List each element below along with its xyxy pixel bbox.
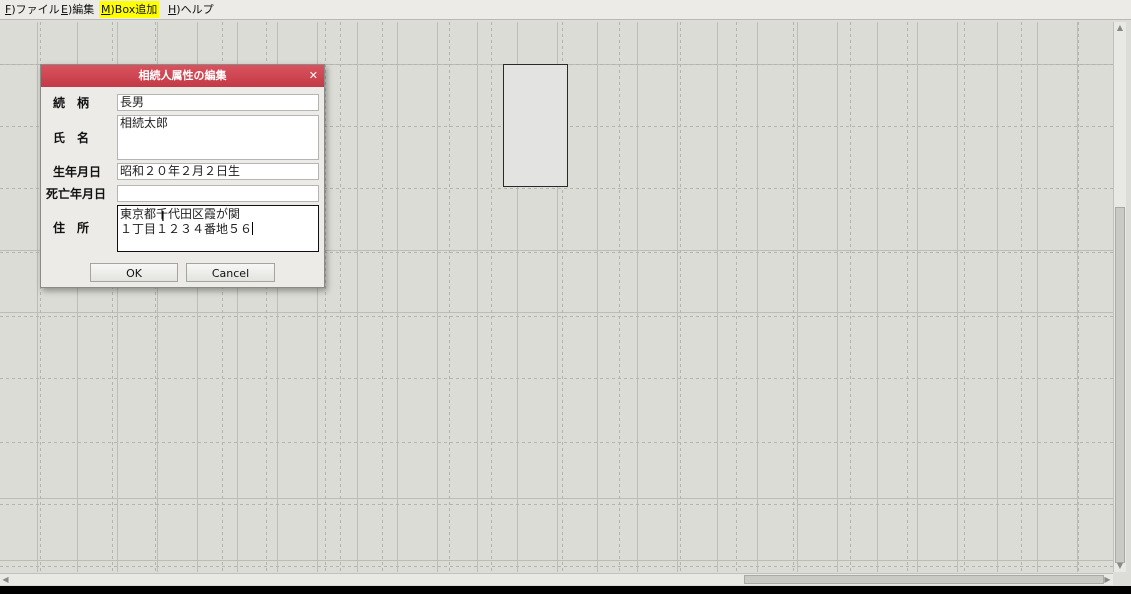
text-cursor-icon: I (161, 210, 165, 225)
address-text: 東京都千代田区霞が関 １丁目１２３４番地５６ (120, 207, 253, 236)
name-field[interactable]: 相続太郎 (117, 115, 319, 160)
menu-edit-label: )編集 (67, 3, 95, 16)
menu-add-box[interactable]: M)Box追加 (99, 1, 160, 18)
menu-file[interactable]: F)ファイル (3, 1, 62, 18)
menu-help-label: )ヘルプ (176, 3, 214, 16)
close-icon[interactable]: ✕ (309, 65, 318, 87)
dialog-title: 相続人属性の編集 (138, 69, 227, 82)
scroll-left-arrow-icon[interactable]: ◀ (0, 574, 11, 585)
death-date-label: 死亡年月日 (46, 187, 107, 201)
horizontal-scrollbar[interactable]: ◀ ▶ (0, 573, 1113, 585)
menu-add-box-label: )Box追加 (110, 3, 158, 16)
application-window: F)ファイル E)編集 M)Box追加 H)ヘルプ ▲ ▼ ◀ ▶ 相続人属性の… (0, 0, 1131, 586)
ok-button[interactable]: OK (90, 263, 178, 282)
menu-add-box-accel: M (101, 3, 111, 16)
menu-file-label: )ファイル (11, 3, 60, 16)
menu-edit-accel: E (61, 3, 68, 16)
dialog-titlebar[interactable]: 相続人属性の編集 ✕ (41, 65, 324, 87)
vertical-scrollbar[interactable]: ▲ ▼ (1113, 22, 1126, 572)
address-label: 住 所 (53, 221, 90, 235)
horizontal-scroll-thumb[interactable] (744, 575, 1104, 584)
menu-edit[interactable]: E)編集 (59, 1, 96, 18)
death-date-field[interactable] (117, 185, 319, 202)
vertical-scroll-thumb[interactable] (1115, 207, 1125, 563)
person-box[interactable] (503, 64, 568, 187)
scroll-up-arrow-icon[interactable]: ▲ (1114, 22, 1126, 34)
name-label: 氏 名 (53, 131, 90, 145)
edit-heir-dialog: 相続人属性の編集 ✕ 続 柄 長男 氏 名 相続太郎 生年月日 昭和２０年２月２… (40, 64, 325, 288)
address-field[interactable]: 東京都千代田区霞が関 １丁目１２３４番地５６ I (117, 205, 319, 252)
birth-date-field[interactable]: 昭和２０年２月２日生 (117, 163, 319, 180)
relation-field[interactable]: 長男 (117, 94, 319, 111)
cancel-button[interactable]: Cancel (186, 263, 275, 282)
menu-bar: F)ファイル E)編集 M)Box追加 H)ヘルプ (0, 0, 1131, 20)
scroll-right-arrow-icon[interactable]: ▶ (1102, 574, 1113, 585)
text-caret (252, 222, 254, 235)
relation-label: 続 柄 (53, 96, 90, 110)
menu-help[interactable]: H)ヘルプ (166, 1, 216, 18)
birth-date-label: 生年月日 (53, 165, 102, 179)
scroll-down-arrow-icon[interactable]: ▼ (1114, 560, 1126, 572)
